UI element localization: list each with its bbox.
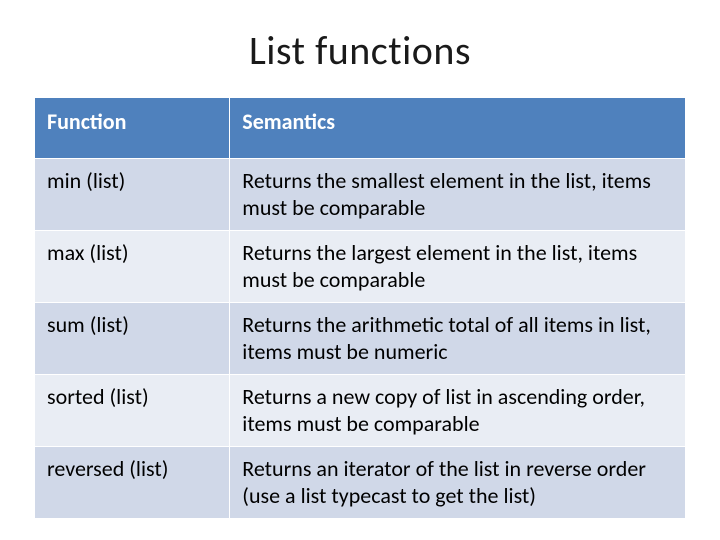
cell-semantics: Returns a new copy of list in ascending … [230,374,686,446]
cell-semantics: Returns the largest element in the list,… [230,230,686,302]
table-header-row: Function Semantics [35,98,686,159]
table-row: sorted (list) Returns a new copy of list… [35,374,686,446]
cell-function: max (list) [35,230,230,302]
cell-function: sum (list) [35,302,230,374]
page-title: List functions [34,26,686,75]
cell-semantics: Returns the smallest element in the list… [230,158,686,230]
cell-semantics: Returns an iterator of the list in rever… [230,446,686,518]
table-row: sum (list) Returns the arithmetic total … [35,302,686,374]
cell-function: reversed (list) [35,446,230,518]
table-row: reversed (list) Returns an iterator of t… [35,446,686,518]
cell-semantics: Returns the arithmetic total of all item… [230,302,686,374]
table-row: max (list) Returns the largest element i… [35,230,686,302]
col-header-semantics: Semantics [230,98,686,159]
col-header-function: Function [35,98,230,159]
cell-function: min (list) [35,158,230,230]
slide: List functions Function Semantics min (l… [0,0,720,540]
functions-table: Function Semantics min (list) Returns th… [34,97,686,519]
cell-function: sorted (list) [35,374,230,446]
table-row: min (list) Returns the smallest element … [35,158,686,230]
